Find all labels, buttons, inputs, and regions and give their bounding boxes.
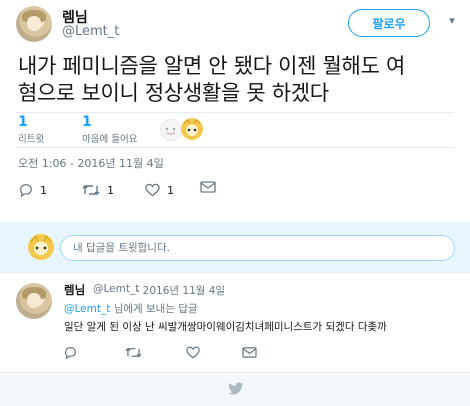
retweet-action[interactable] [125, 346, 142, 359]
heart-icon [145, 183, 160, 197]
replying-to-suffix: 님에게 보내는 답글 [113, 303, 198, 315]
reply-icon [20, 184, 32, 197]
mail-icon [200, 181, 216, 193]
divider [16, 112, 454, 113]
follow-button[interactable]: 팔로우 [348, 9, 430, 37]
more-action[interactable] [200, 180, 216, 194]
more-action[interactable] [242, 346, 257, 359]
chevron-down-icon[interactable]: ▾ [445, 14, 459, 28]
retweet-stat-label[interactable]: 리트윗 [18, 131, 44, 145]
like-stat-label[interactable]: 마음에 들어요 [82, 131, 137, 145]
reply-action[interactable]: 1 [19, 183, 47, 197]
tweet-text: 내가 페미니즘을 알면 안 됐다 이젠 뭘해도 여 혐으로 보이니 정상생활을 … [18, 53, 458, 107]
reply-date[interactable]: · 2016년 11월 4일 [136, 283, 225, 298]
tweet-timestamp[interactable]: 오전 1:06 - 2016년 11월 4일 [18, 155, 164, 171]
reply-mention-link[interactable]: @Lemt_t [64, 303, 110, 315]
reply-tweet[interactable]: 렘님 @Lemt_t · 2016년 11월 4일 @Lemt_t 님에게 보내… [0, 272, 470, 372]
reply-composer: 내 답글을 트윗합니다. [0, 222, 470, 272]
reply-author-handle[interactable]: @Lemt_t [93, 283, 139, 295]
reply-text: 일단 알게 된 이상 난 씨발개쌍마이웨이김치녀페미니스트가 되겠다 다좆까 [64, 321, 387, 333]
reply-action[interactable] [64, 346, 77, 359]
current-user-avatar [28, 234, 54, 260]
liker-avatar[interactable] [181, 118, 203, 140]
tweet-text-line-2: 혐으로 보이니 정상생활을 못 하겠다 [18, 81, 329, 105]
reply-count: 1 [40, 183, 47, 197]
reply-author-avatar[interactable] [16, 283, 52, 319]
replying-to: @Lemt_t 님에게 보내는 답글 [64, 301, 198, 316]
heart-icon [186, 346, 200, 359]
mail-icon [242, 347, 257, 358]
twitter-bird-icon [228, 382, 244, 395]
retweet-count: 1 [107, 183, 114, 197]
liker-avatar[interactable] [160, 119, 182, 141]
main-tweet: 렘님 @Lemt_t 팔로우 ▾ 내가 페미니즘을 알면 안 됐다 이젠 뭘해도… [0, 0, 470, 222]
divider [16, 147, 454, 148]
like-action[interactable]: 1 [145, 183, 174, 197]
like-count: 1 [167, 183, 174, 197]
author-avatar[interactable] [16, 6, 52, 42]
tweet-text-line-1: 내가 페미니즘을 알면 안 됐다 이젠 뭘해도 여 [18, 54, 405, 78]
retweet-icon [125, 347, 142, 358]
footer-bar [0, 372, 470, 406]
reply-input[interactable]: 내 답글을 트윗합니다. [60, 235, 455, 261]
like-stat-count[interactable]: 1 [82, 114, 92, 130]
retweet-icon [82, 185, 100, 195]
retweet-stat-count[interactable]: 1 [18, 114, 28, 130]
retweet-action[interactable]: 1 [82, 183, 114, 197]
author-handle[interactable]: @Lemt_t [62, 24, 119, 39]
like-action[interactable] [186, 346, 200, 359]
reply-icon [65, 347, 76, 359]
reply-author-name[interactable]: 렘님 [64, 282, 85, 298]
